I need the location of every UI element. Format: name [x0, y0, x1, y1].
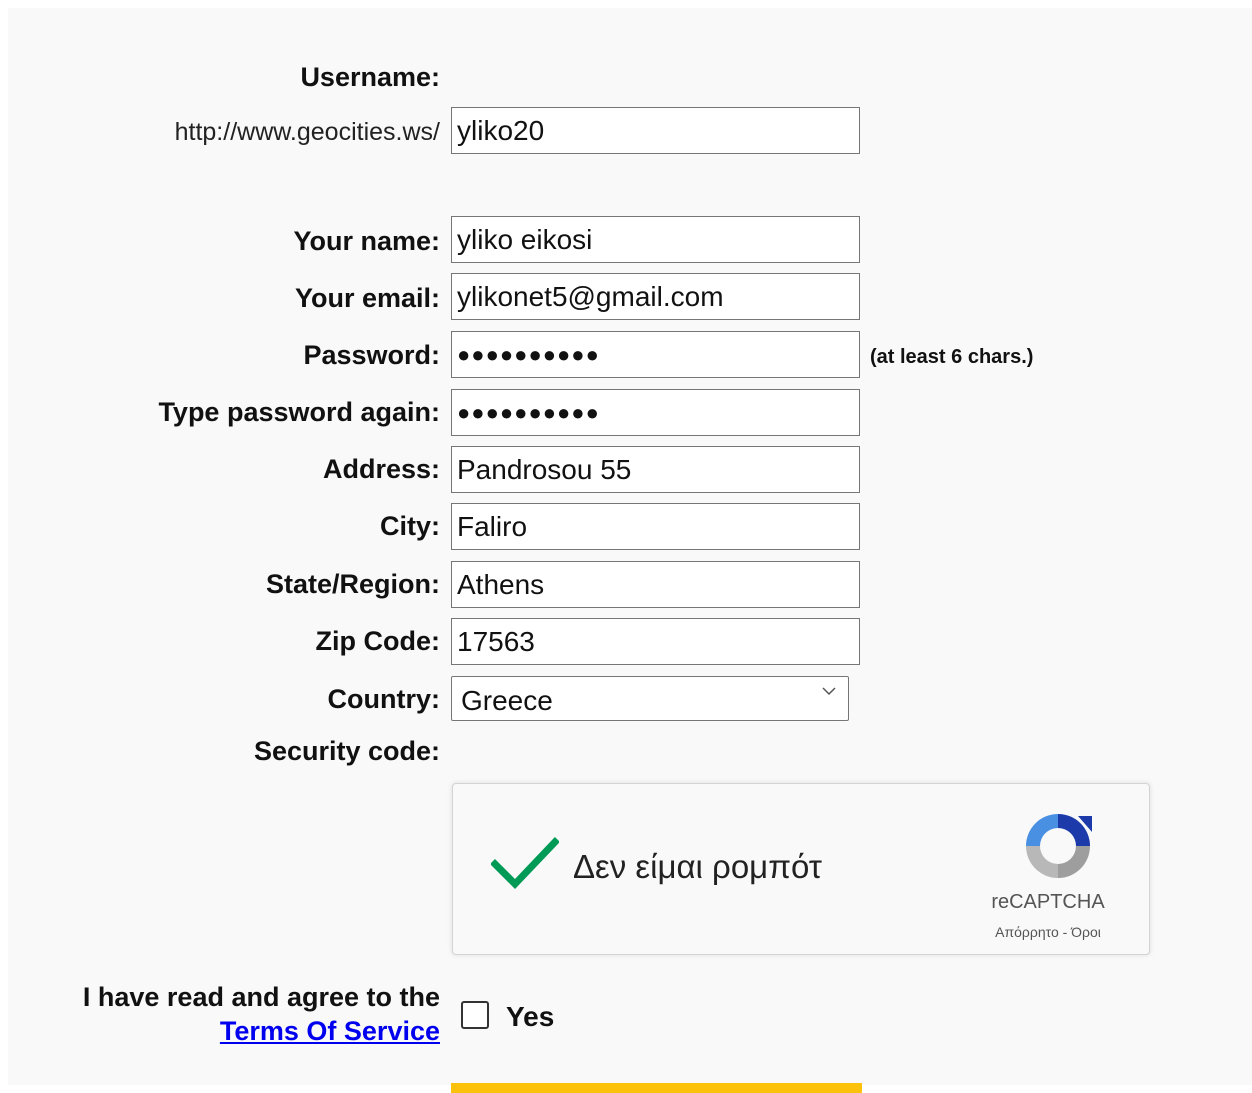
password-label: Password: [303, 340, 440, 370]
security-code-label: Security code: [253, 736, 440, 766]
name-label: Your name: [293, 226, 440, 256]
password-input[interactable]: ●●●●●●●●●● [451, 331, 860, 378]
terms-agree-text: I have read and agree to the [82, 982, 440, 1012]
city-label: City: [380, 511, 440, 541]
email-input[interactable] [451, 273, 860, 320]
state-input[interactable] [451, 561, 860, 608]
username-label: Username: [300, 62, 440, 92]
address-input[interactable] [451, 446, 860, 493]
country-select[interactable]: Greece [451, 676, 849, 721]
password-confirm-input[interactable]: ●●●●●●●●●● [451, 389, 860, 436]
checkmark-icon[interactable] [491, 836, 559, 892]
name-input[interactable] [451, 216, 860, 263]
password-confirm-label: Type password again: [158, 397, 440, 427]
agree-yes-label: Yes [506, 1001, 555, 1032]
email-label: Your email: [294, 283, 440, 313]
terms-of-service-link[interactable]: Terms Of Service [220, 1016, 440, 1047]
recaptcha-logo-icon [1026, 814, 1092, 878]
state-label: State/Region: [265, 569, 440, 599]
recaptcha-label: Δεν είμαι ρομπότ [573, 848, 822, 885]
username-input[interactable] [451, 107, 860, 154]
country-selected-value: Greece [461, 685, 553, 716]
chevron-down-icon [822, 687, 836, 696]
recaptcha-privacy-terms-links[interactable]: Απόρρητο - Όροι [973, 924, 1123, 940]
agree-checkbox[interactable] [461, 1001, 489, 1029]
username-url-prefix: http://www.geocities.ws/ [174, 118, 440, 146]
country-label: Country: [327, 684, 440, 714]
zip-label: Zip Code: [315, 626, 440, 656]
password-hint: (at least 6 chars.) [870, 346, 1034, 368]
submit-button[interactable] [451, 1083, 862, 1093]
recaptcha-widget: Δεν είμαι ρομπότ reCAPTCHA Απόρρητο - Όρ… [452, 783, 1150, 955]
zip-input[interactable] [451, 618, 860, 665]
address-label: Address: [322, 454, 440, 484]
city-input[interactable] [451, 503, 860, 550]
recaptcha-brand: reCAPTCHA [991, 891, 1105, 913]
